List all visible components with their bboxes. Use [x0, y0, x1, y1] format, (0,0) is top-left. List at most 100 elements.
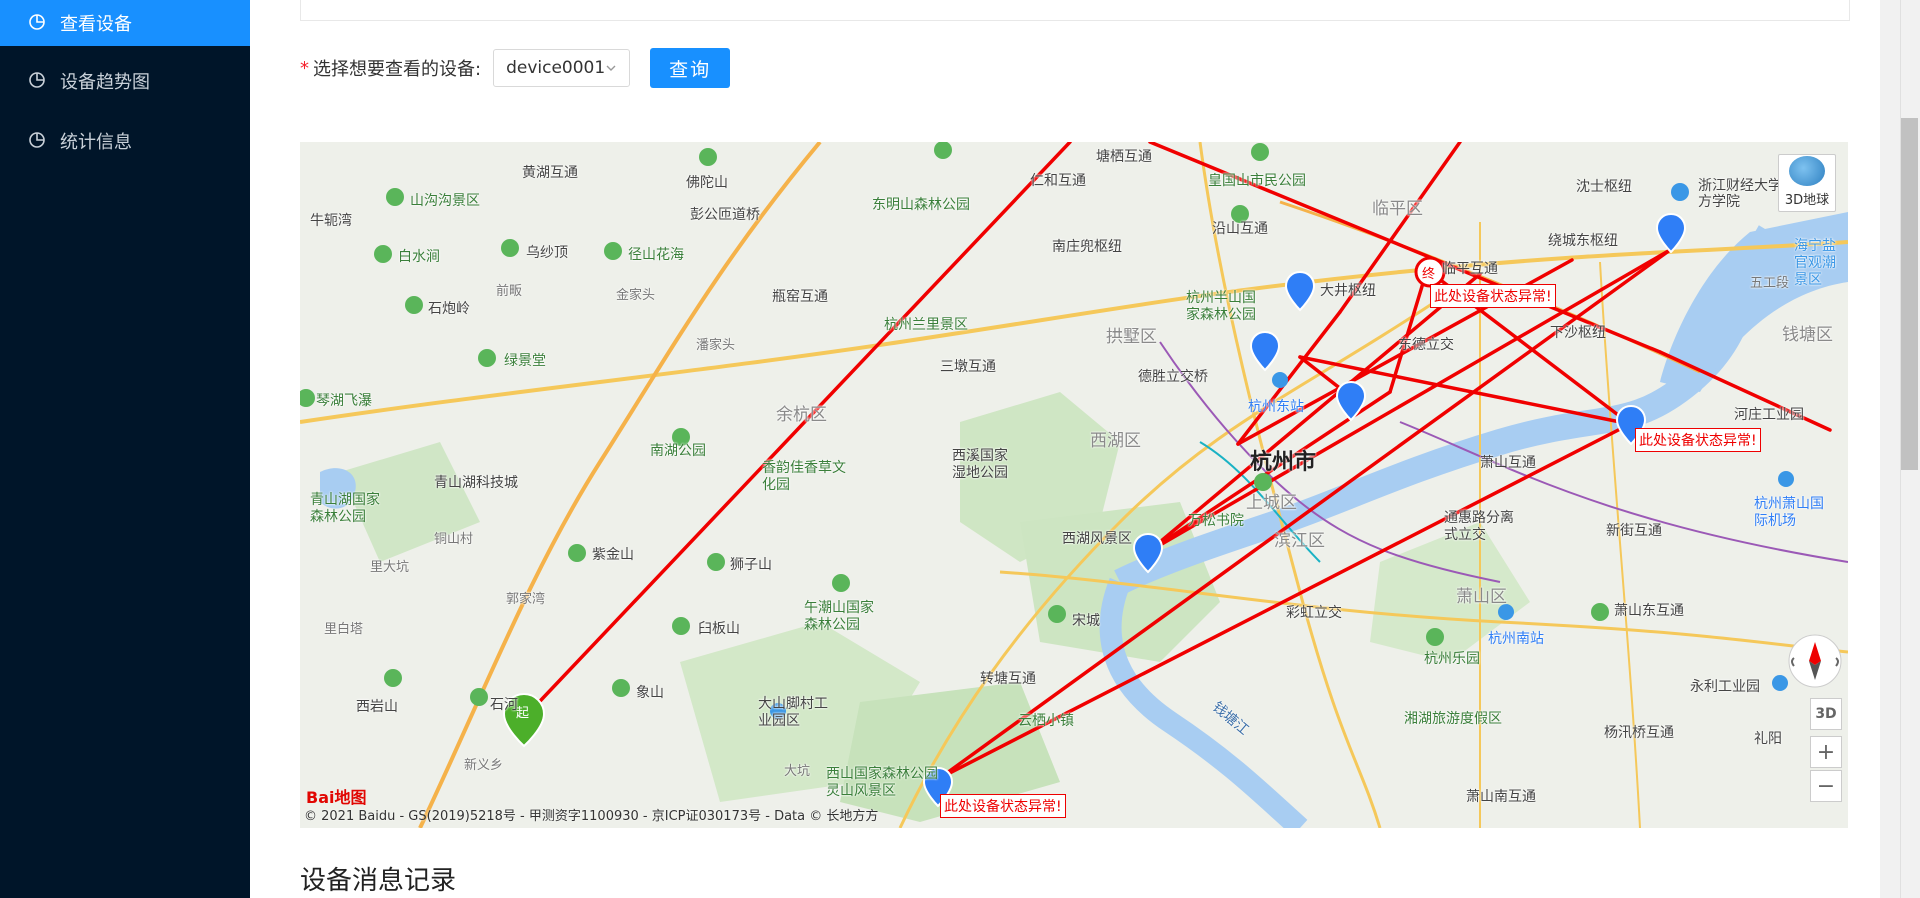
map-label: 萧山南互通: [1466, 789, 1536, 805]
map-label: 瓶窑互通: [772, 289, 828, 305]
map-label: 杨汛桥互通: [1604, 725, 1674, 741]
3d-earth-label: 3D地球: [1784, 193, 1830, 208]
map-label: 钱塘区: [1782, 325, 1833, 345]
map-label: 杭州东站: [1248, 399, 1304, 415]
device-select[interactable]: device0001: [493, 49, 631, 87]
device-select-value: device0001: [506, 58, 606, 78]
map-label: 西湖区: [1090, 431, 1141, 451]
end-marker[interactable]: 终: [1422, 263, 1435, 282]
map-city-label: 杭州市: [1250, 450, 1317, 475]
map-label: 通惠路分离式立交: [1444, 510, 1514, 543]
required-mark: *: [300, 57, 309, 79]
main-content: * 选择想要查看的设备: device0001 查询 黄湖互通 佛陀山 塘栖互通…: [250, 0, 1880, 898]
alert-label[interactable]: 此处设备状态异常!: [940, 794, 1066, 818]
map-label: 黄湖互通: [522, 165, 578, 181]
device-query-form: * 选择想要查看的设备: device0001 查询: [300, 48, 731, 88]
alert-label[interactable]: 此处设备状态异常!: [1635, 428, 1761, 452]
globe-icon: [1789, 156, 1825, 186]
map-label: 临平区: [1372, 199, 1423, 219]
map-label: 下沙枢纽: [1550, 325, 1606, 341]
zoom-in-button[interactable]: +: [1810, 736, 1842, 768]
map-label: 萧山互通: [1480, 455, 1536, 471]
sidebar-item-statistics[interactable]: 统计信息: [0, 118, 250, 164]
map-label: 沿山互通: [1212, 221, 1268, 237]
pie-chart-icon: [28, 13, 48, 33]
map-label: 西溪国家湿地公园: [952, 448, 1008, 481]
map-label: 杭州半山国家森林公园: [1186, 290, 1256, 323]
map-label: 西湖风景区: [1062, 531, 1132, 547]
3d-view-button[interactable]: 3D: [1810, 698, 1842, 730]
map-label: 绿景堂: [504, 353, 546, 369]
3d-earth-button[interactable]: 3D地球: [1778, 154, 1836, 212]
map-label: 里大坑: [370, 560, 410, 575]
map-label: 臼板山: [698, 621, 740, 637]
alert-label[interactable]: 此处设备状态异常!: [1430, 284, 1556, 308]
query-button[interactable]: 查询: [650, 48, 731, 88]
map-label: 大山脚村工业园区: [758, 696, 828, 729]
map-label: 上城区: [1246, 493, 1297, 513]
sidebar-item-device-trend[interactable]: 设备趋势图: [0, 58, 250, 104]
scrollbar[interactable]: [1880, 0, 1920, 898]
map-label: 西山国家森林公园灵山风景区: [826, 766, 938, 799]
map-label: 石河: [490, 697, 518, 713]
map-label: 海宁盐官观潮景区: [1794, 238, 1836, 288]
map-label: 山沟沟景区: [410, 193, 480, 209]
map-label: 新街互通: [1606, 523, 1662, 539]
map-label: 青山湖科技城: [434, 475, 518, 491]
scrollbar-thumb[interactable]: [1901, 118, 1918, 470]
start-marker[interactable]: 起: [516, 702, 529, 721]
map-copyright: © 2021 Baidu - GS(2019)5218号 - 甲测资字11009…: [304, 809, 879, 824]
map-label: 郭家湾: [506, 592, 546, 607]
map-label: 新义乡: [464, 758, 504, 773]
map-label: 东德立交: [1398, 337, 1454, 353]
map-label: 彩虹立交: [1286, 605, 1342, 621]
map-label: 五工段: [1750, 276, 1790, 291]
map-label: 潘家头: [696, 338, 736, 353]
map-label: 杭州兰里景区: [884, 317, 968, 333]
map-label: 西岩山: [356, 699, 398, 715]
map-label: 大坑: [784, 764, 811, 779]
zoom-out-button[interactable]: −: [1810, 770, 1842, 802]
map-label: 前畈: [496, 284, 523, 299]
map-label: 萧山区: [1456, 587, 1507, 607]
pie-chart-icon: [28, 131, 48, 151]
map-label: 湘湖旅游度假区: [1404, 711, 1502, 727]
map-label: 拱墅区: [1106, 327, 1157, 347]
map-label: 仁和互通: [1030, 173, 1086, 189]
map-label: 琴湖飞瀑: [316, 393, 372, 409]
map-label: 杭州南站: [1488, 631, 1544, 647]
map-label: 宋城: [1072, 613, 1100, 629]
map-label: 礼阳: [1754, 731, 1782, 747]
map-label: 云栖小镇: [1018, 713, 1074, 729]
map-label: 香韵佳香草文化园: [762, 460, 846, 493]
compass-icon: [1788, 634, 1842, 688]
map-label: 三墩互通: [940, 359, 996, 375]
map-label: 佛陀山: [686, 175, 728, 191]
chevron-down-icon: [605, 62, 617, 74]
map-label: 东明山森林公园: [872, 197, 970, 213]
map-label: 青山湖国家森林公园: [310, 492, 380, 525]
map-label: 里白塔: [324, 622, 364, 637]
compass-control[interactable]: [1786, 632, 1844, 690]
top-panel: [300, 0, 1850, 21]
map-label: 白水涧: [398, 249, 440, 265]
map-label: 象山: [636, 685, 664, 701]
map-label: 沈士枢纽: [1576, 179, 1632, 195]
map-label: 金家头: [616, 288, 656, 303]
map-label: 乌纱顶: [526, 245, 568, 261]
map-label: 南湖公园: [650, 443, 706, 459]
pie-chart-icon: [28, 71, 48, 91]
map-label: 杭州萧山国际机场: [1754, 496, 1824, 529]
sidebar-item-view-devices[interactable]: 查看设备: [0, 0, 250, 46]
map-label: 狮子山: [730, 557, 772, 573]
map-view[interactable]: 黄湖互通 佛陀山 塘栖互通 仁和互通 皇国山市民公园 沈士枢纽 浙江财经大学东方…: [300, 142, 1848, 828]
device-select-label: 选择想要查看的设备:: [313, 59, 482, 80]
section-title: 设备消息记录: [300, 866, 457, 896]
map-label: 杭州乐园: [1424, 651, 1480, 667]
map-label: 河庄工业园: [1734, 407, 1804, 423]
map-label: 转塘互通: [980, 671, 1036, 687]
map-label: 石炮岭: [428, 301, 470, 317]
map-label: 塘栖互通: [1096, 149, 1152, 165]
sidebar-item-label: 统计信息: [60, 132, 132, 153]
map-label: 绕城东枢纽: [1548, 233, 1618, 249]
